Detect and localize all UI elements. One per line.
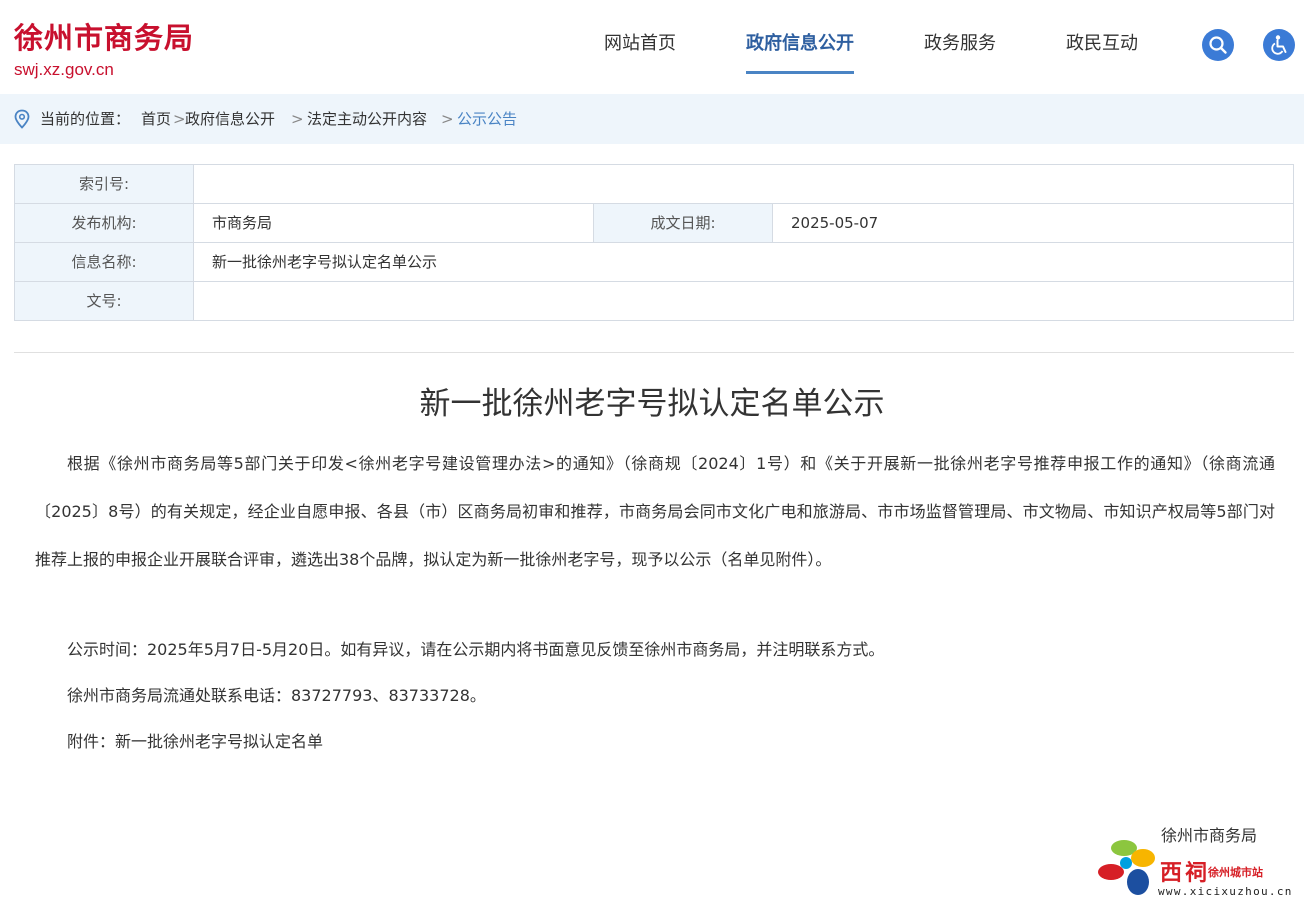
- index-label: 索引号:: [15, 165, 194, 204]
- breadcrumb-current[interactable]: 公示公告: [457, 109, 517, 129]
- watermark-url: www.xicixuzhou.cn: [1158, 885, 1293, 898]
- nav-gov-info[interactable]: 政府信息公开: [746, 32, 854, 74]
- divider: [14, 352, 1294, 353]
- nav-home[interactable]: 网站首页: [604, 32, 676, 56]
- breadcrumb-separator: >: [173, 110, 186, 128]
- doc-number-value: [194, 282, 1293, 320]
- breadcrumb-statutory[interactable]: 法定主动公开内容: [307, 109, 427, 129]
- name-label: 信息名称:: [15, 243, 194, 282]
- nav-services[interactable]: 政务服务: [924, 32, 996, 56]
- nav-gov-info-label: 政府信息公开: [746, 33, 854, 54]
- article-paragraph: 根据《徐州市商务局等5部门关于印发<徐州老字号建设管理办法>的通知》（徐商规〔2…: [35, 454, 1275, 569]
- breadcrumb-separator: >: [441, 110, 454, 128]
- accessibility-icon: [1271, 35, 1287, 55]
- breadcrumb-home[interactable]: 首页: [141, 109, 171, 129]
- site-domain: swj.xz.gov.cn: [14, 60, 114, 79]
- index-value: [194, 165, 1293, 204]
- org-value: 市商务局: [194, 204, 594, 243]
- nav-interaction[interactable]: 政民互动: [1066, 32, 1138, 56]
- location-pin-icon: [14, 109, 30, 129]
- name-value: 新一批徐州老字号拟认定名单公示: [194, 243, 1293, 282]
- nav-active-underline: [746, 71, 854, 74]
- document-meta-table: 索引号: 发布机构: 市商务局 成文日期: 2025-05-07 信息名称: 新…: [14, 164, 1294, 321]
- breadcrumb-separator: >: [291, 110, 304, 128]
- doc-number-label: 文号:: [15, 282, 194, 320]
- accessibility-button[interactable]: [1263, 29, 1295, 61]
- watermark-city: 徐州城市站: [1208, 866, 1263, 879]
- article-title: 新一批徐州老字号拟认定名单公示: [419, 386, 885, 422]
- breadcrumb-label: 当前的位置：: [40, 110, 131, 128]
- watermark-brand: 西祠: [1160, 860, 1211, 886]
- breadcrumb: 当前的位置： 首页 > 政府信息公开 > 法定主动公开内容 > 公示公告: [0, 94, 1304, 144]
- article-paragraph: 徐州市商务局流通处联系电话：83727793、83733728。: [67, 686, 486, 705]
- date-value: 2025-05-07: [773, 204, 1293, 243]
- site-header: 徐州市商务局 swj.xz.gov.cn 网站首页 政府信息公开 政务服务 政民…: [0, 0, 1304, 94]
- site-title[interactable]: 徐州市商务局: [14, 20, 194, 56]
- search-icon: [1209, 36, 1227, 54]
- org-label: 发布机构:: [15, 204, 194, 243]
- article-paragraph: 公示时间：2025年5月7日-5月20日。如有异议，请在公示期内将书面意见反馈至…: [67, 640, 885, 659]
- date-label: 成文日期:: [594, 204, 773, 243]
- search-button[interactable]: [1202, 29, 1234, 61]
- attachment-link[interactable]: 附件：新一批徐州老字号拟认定名单: [35, 718, 1275, 766]
- breadcrumb-gov-info[interactable]: 政府信息公开: [185, 109, 275, 129]
